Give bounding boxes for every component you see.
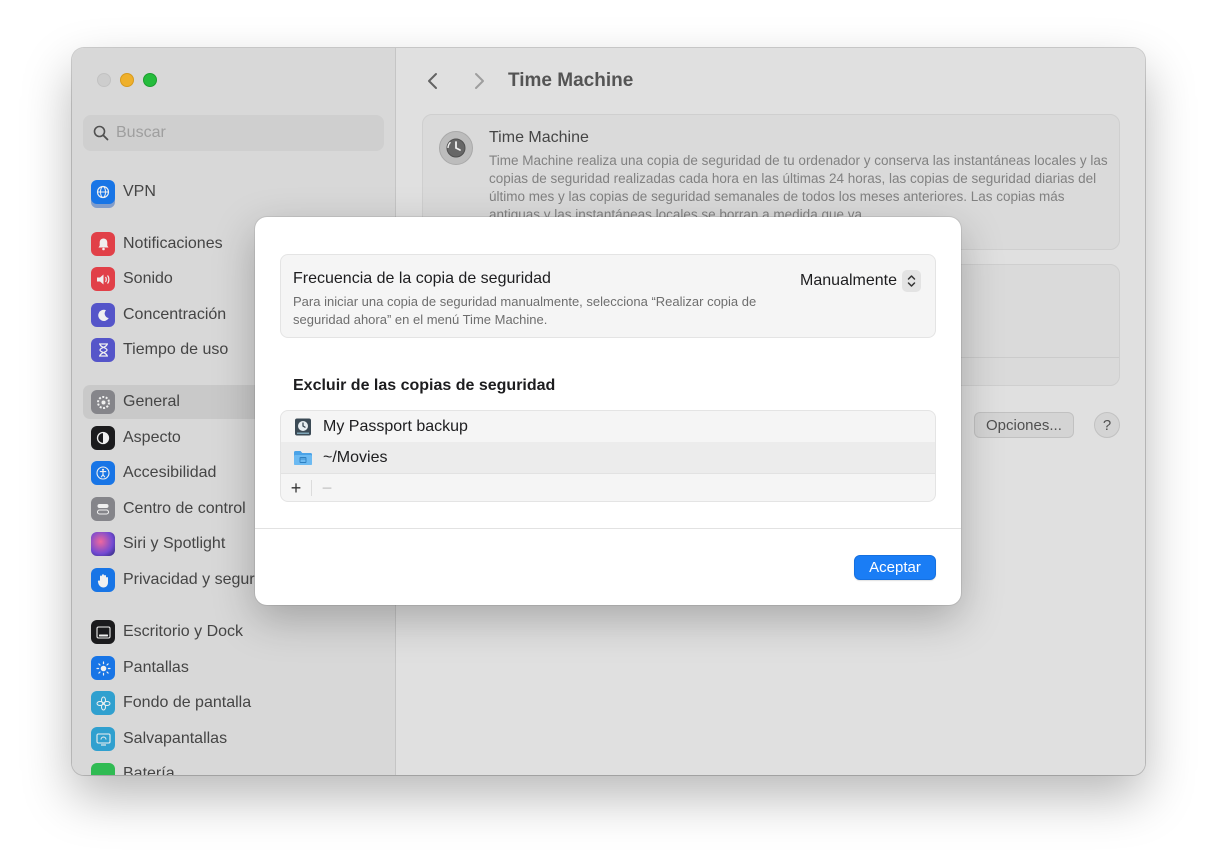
remove-button[interactable]: − — [312, 477, 342, 499]
accept-button[interactable]: Aceptar — [854, 555, 936, 580]
frequency-title: Frecuencia de la copia de seguridad — [293, 270, 551, 287]
chevron-updown-icon — [902, 270, 921, 292]
exclusion-list: My Passport backup ~/Movies + − — [280, 410, 936, 502]
list-item[interactable]: My Passport backup — [281, 411, 935, 442]
list-item-label: My Passport backup — [323, 417, 468, 435]
frequency-value: Manualmente — [800, 272, 897, 289]
divider — [255, 528, 961, 529]
folder-icon — [293, 448, 313, 468]
frequency-description: Para iniciar una copia de seguridad manu… — [293, 294, 757, 327]
frequency-popup[interactable]: Manualmente — [800, 269, 921, 293]
frequency-section: Frecuencia de la copia de seguridad Para… — [280, 254, 936, 338]
list-item[interactable]: ~/Movies — [281, 442, 935, 473]
list-item-label: ~/Movies — [323, 448, 388, 466]
options-sheet: Frecuencia de la copia de seguridad Para… — [255, 217, 961, 605]
disk-icon — [293, 417, 313, 437]
add-button[interactable]: + — [281, 477, 311, 499]
list-toolbar: + − — [281, 473, 935, 501]
exclude-heading: Excluir de las copias de seguridad — [293, 377, 556, 394]
